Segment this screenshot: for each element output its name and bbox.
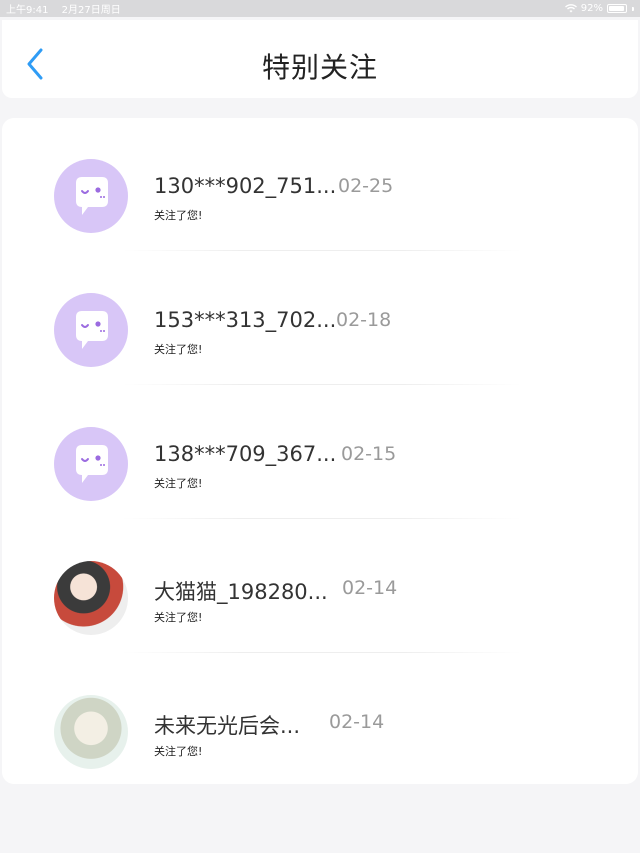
status-bar: 上午9:41 2月27日周日 92% — [0, 0, 640, 17]
battery-percent: 92% — [580, 3, 603, 14]
row-divider — [122, 652, 522, 653]
follow-message: 关注了您! — [154, 209, 203, 222]
battery-cap — [632, 6, 634, 11]
battery-fill — [609, 6, 624, 11]
user-name[interactable]: 130***902_751... — [154, 174, 336, 198]
list-item[interactable]: 130***902_751... 02-25 关注了您! — [2, 118, 638, 252]
follow-date: 02-15 — [341, 443, 397, 465]
follow-date: 02-18 — [336, 309, 392, 331]
wifi-icon — [564, 4, 577, 13]
list-item[interactable]: 大猫猫_198280... 02-14 关注了您! — [2, 520, 638, 654]
user-avatar[interactable] — [54, 695, 128, 769]
page-title: 特别关注 — [261, 51, 378, 84]
follow-message: 关注了您! — [154, 745, 203, 758]
list-item[interactable]: 未来无光后会... 02-14 关注了您! — [2, 654, 638, 788]
follow-date: 02-14 — [342, 577, 398, 599]
follow-date: 02-14 — [329, 711, 385, 733]
battery-icon — [607, 4, 627, 13]
row-divider — [122, 384, 522, 385]
list-item[interactable]: 138***709_367... 02-15 关注了您! — [2, 386, 638, 520]
default-avatar-icon[interactable] — [54, 159, 128, 233]
status-date: 2月27日周日 — [61, 5, 121, 16]
status-right: 92% — [564, 3, 634, 14]
user-name[interactable]: 138***709_367... — [154, 442, 336, 466]
row-divider — [122, 518, 522, 519]
status-left: 上午9:41 2月27日周日 — [6, 1, 131, 16]
list-item[interactable]: 153***313_702... 02-18 关注了您! — [2, 252, 638, 386]
follow-list: 130***902_751... 02-25 关注了您! 153***313_702.… — [2, 118, 638, 784]
default-avatar-icon[interactable] — [54, 427, 128, 501]
user-name[interactable]: 153***313_702... — [154, 308, 336, 332]
follow-date: 02-25 — [338, 175, 394, 197]
follow-message: 关注了您! — [154, 477, 203, 490]
row-divider — [122, 250, 522, 251]
follow-message: 关注了您! — [154, 343, 203, 356]
status-time: 上午9:41 — [6, 5, 49, 16]
user-name[interactable]: 大猫猫_198280... — [154, 576, 328, 606]
default-avatar-icon[interactable] — [54, 293, 128, 367]
nav-header: 特别关注 — [2, 20, 638, 98]
user-avatar[interactable] — [54, 561, 128, 635]
user-name[interactable]: 未来无光后会... — [154, 710, 300, 740]
follow-message: 关注了您! — [154, 611, 203, 624]
